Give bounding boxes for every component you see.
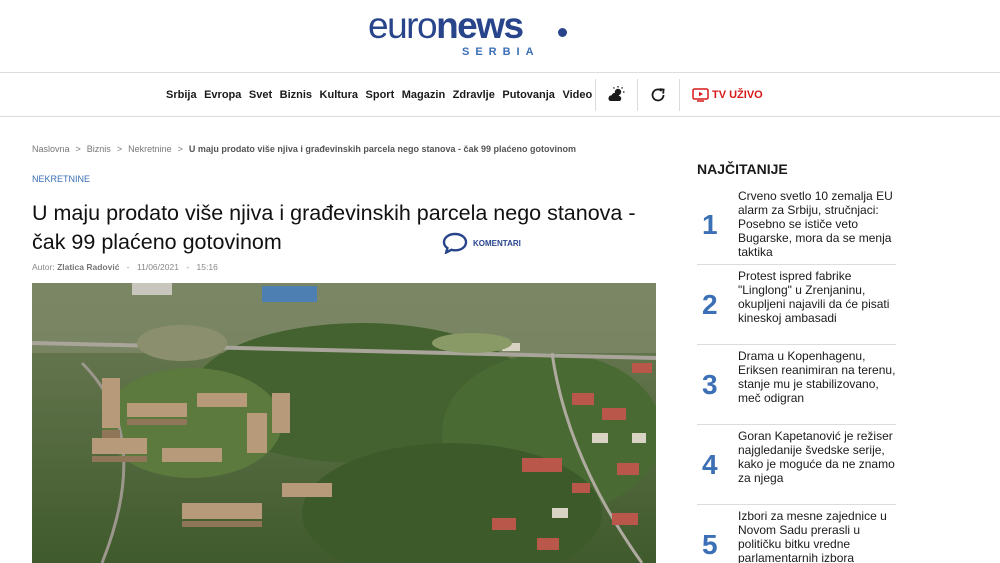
breadcrumb-separator: > <box>75 144 81 154</box>
most-read-rank: 2 <box>702 289 718 320</box>
nav-item-sport[interactable]: Sport <box>366 89 395 101</box>
nav-divider <box>679 79 680 111</box>
nav-item-srbija[interactable]: Srbija <box>166 89 197 101</box>
nav-item-video[interactable]: Video <box>562 89 592 101</box>
nav-item-magazin[interactable]: Magazin <box>402 89 445 101</box>
most-read-rank: 5 <box>702 529 718 560</box>
most-read-item[interactable]: 5 Izbori za mesne zajednice u Novom Sadu… <box>697 505 896 563</box>
breadcrumb-nekretnine[interactable]: Nekretnine <box>128 144 172 154</box>
nav-item-biznis[interactable]: Biznis <box>280 89 312 101</box>
comments-label: KOMENTARI <box>473 238 521 248</box>
tv-live-button[interactable]: TV UŽIVO <box>692 86 763 104</box>
most-read-headline[interactable]: Goran Kapetanović je režiser najgledanij… <box>738 429 896 485</box>
meta-separator: - <box>126 262 130 272</box>
comments-button[interactable]: KOMENTARI <box>442 232 521 254</box>
nav-divider <box>637 79 638 111</box>
nav-item-putovanja[interactable]: Putovanja <box>502 89 555 101</box>
nav-item-svet[interactable]: Svet <box>249 89 272 101</box>
most-read-list: 1 Crveno svetlo 10 zemalja EU alarm za S… <box>697 185 896 563</box>
article-hero-image <box>32 283 656 563</box>
most-read-item[interactable]: 4 Goran Kapetanović je režiser najgledan… <box>697 425 896 505</box>
nav-item-evropa[interactable]: Evropa <box>204 89 241 101</box>
euronews-logo[interactable]: euronews SERBIA <box>368 5 568 58</box>
most-read-headline[interactable]: Drama u Kopenhagenu, Eriksen reanimiran … <box>738 349 896 405</box>
nav-divider <box>595 79 596 111</box>
most-read-item[interactable]: 3 Drama u Kopenhagenu, Eriksen reanimira… <box>697 345 896 425</box>
author-prefix: Autor: <box>32 262 55 272</box>
publish-time: 15:16 <box>196 262 218 272</box>
meta-separator: - <box>186 262 190 272</box>
article-title: U maju prodato više njiva i građevinskih… <box>32 201 636 254</box>
breadcrumb-separator: > <box>116 144 123 154</box>
logo-bar: euronews SERBIA <box>0 0 1000 73</box>
most-read-headline[interactable]: Izbori za mesne zajednice u Novom Sadu p… <box>738 509 896 563</box>
article-meta: Autor: Zlatica Radović - 11/06/2021 - 15… <box>32 262 218 272</box>
logo-wordmark: euronews <box>368 5 524 46</box>
nav-item-zdravlje[interactable]: Zdravlje <box>453 89 495 101</box>
nav-item-kultura[interactable]: Kultura <box>320 89 359 101</box>
article-category[interactable]: NEKRETNINE <box>32 174 90 184</box>
most-read-headline[interactable]: Protest ispred fabrike "Linglong" u Zren… <box>738 269 896 325</box>
breadcrumb: Naslovna > Biznis > Nekretnine > U maju … <box>32 144 576 154</box>
most-read-item[interactable]: 1 Crveno svetlo 10 zemalja EU alarm za S… <box>697 185 896 265</box>
weather-icon[interactable] <box>606 85 626 105</box>
breadcrumb-home[interactable]: Naslovna <box>32 144 70 154</box>
most-read-title: NAJČITANIJE <box>697 161 788 177</box>
breadcrumb-separator: > <box>177 144 183 154</box>
publish-date: 11/06/2021 <box>137 262 179 272</box>
logo-news: news <box>436 5 524 46</box>
main-navigation: Srbija Evropa Svet Biznis Kultura Sport … <box>0 73 1000 117</box>
breadcrumb-biznis[interactable]: Biznis <box>87 144 111 154</box>
logo-euro: euro <box>368 5 438 46</box>
most-read-rank: 4 <box>702 449 718 480</box>
author-name[interactable]: Zlatica Radović <box>57 262 119 272</box>
most-read-rank: 3 <box>702 369 718 400</box>
most-read-item[interactable]: 2 Protest ispred fabrike "Linglong" u Zr… <box>697 265 896 345</box>
most-read-rank: 1 <box>702 209 718 240</box>
breadcrumb-current: U maju prodato više njiva i građevinskih… <box>188 144 576 154</box>
comment-icon <box>442 232 468 254</box>
refresh-icon[interactable] <box>649 86 667 104</box>
nav-menu: Srbija Evropa Svet Biznis Kultura Sport … <box>166 73 600 117</box>
most-read-headline[interactable]: Crveno svetlo 10 zemalja EU alarm za Srb… <box>738 189 896 259</box>
tv-icon <box>692 88 709 102</box>
tv-live-label: TV UŽIVO <box>712 89 763 101</box>
logo-subtitle: SERBIA <box>462 46 540 58</box>
logo-dot <box>558 28 567 37</box>
